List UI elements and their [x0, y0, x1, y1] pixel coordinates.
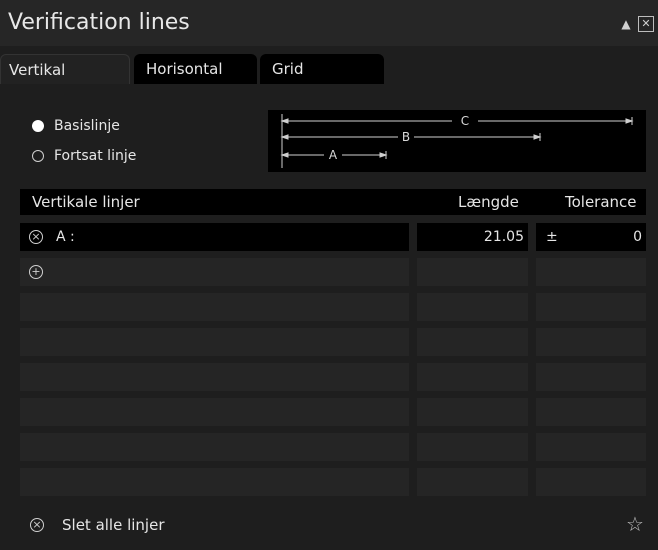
name-cell: [20, 468, 409, 496]
length-cell: [417, 328, 528, 356]
name-cell: [20, 433, 409, 461]
name-cell: [20, 293, 409, 321]
footer: × Slet alle linjer ☆: [0, 510, 658, 540]
radio-fortsat-label: Fortsat linje: [54, 148, 137, 164]
delete-all-label: Slet alle linjer: [62, 516, 165, 534]
tolerance-cell: [536, 258, 646, 286]
add-line-icon[interactable]: +: [29, 265, 43, 279]
length-cell: [417, 433, 528, 461]
table-row: [20, 293, 646, 321]
tolerance-sign: ±: [546, 229, 558, 245]
baseline-diagram-svg: C B A: [280, 114, 634, 168]
tolerance-value: 0: [633, 229, 642, 245]
length-cell: [417, 258, 528, 286]
diagram-label-a: A: [329, 148, 338, 162]
diagram-label-c: C: [461, 114, 469, 128]
table-row: [20, 363, 646, 391]
remove-line-icon[interactable]: ×: [29, 230, 43, 244]
tab-vertikal[interactable]: Vertikal: [0, 54, 130, 84]
table-row: [20, 468, 646, 496]
length-cell: [417, 468, 528, 496]
name-cell: [20, 398, 409, 426]
line-name-cell[interactable]: × A :: [20, 223, 409, 251]
header-length: Længde: [458, 193, 519, 211]
table-header: Vertikale linjer Længde Tolerance: [20, 189, 646, 215]
star-icon[interactable]: ☆: [626, 512, 644, 536]
length-cell[interactable]: 21.05: [417, 223, 528, 251]
collapse-icon[interactable]: ▲: [618, 16, 634, 32]
add-line-cell[interactable]: +: [20, 258, 409, 286]
header-tolerance: Tolerance: [565, 193, 637, 211]
length-cell: [417, 363, 528, 391]
line-name: A :: [56, 229, 75, 245]
baseline-diagram: C B A: [268, 110, 646, 172]
close-icon[interactable]: ✕: [638, 16, 654, 32]
table-row: [20, 398, 646, 426]
table-row[interactable]: +: [20, 258, 646, 286]
radio-basislinje-label: Basislinje: [54, 118, 120, 134]
table-row: [20, 433, 646, 461]
window-title: Verification lines: [8, 10, 190, 35]
verification-lines-panel: Verification lines ▲ ✕ Vertikal Horisont…: [0, 0, 658, 550]
radio-selected-icon: [32, 120, 44, 132]
header-name: Vertikale linjer: [32, 193, 140, 211]
tolerance-cell: [536, 363, 646, 391]
name-cell: [20, 363, 409, 391]
tolerance-cell[interactable]: ± 0: [536, 223, 646, 251]
title-bar: Verification lines ▲ ✕: [0, 0, 658, 46]
radio-unselected-icon: [32, 150, 44, 162]
tab-grid[interactable]: Grid: [260, 54, 384, 84]
tolerance-cell: [536, 433, 646, 461]
name-cell: [20, 328, 409, 356]
table-row[interactable]: × A : 21.05 ± 0: [20, 223, 646, 251]
tolerance-cell: [536, 293, 646, 321]
length-cell: [417, 293, 528, 321]
tolerance-cell: [536, 468, 646, 496]
length-value: 21.05: [483, 229, 524, 245]
tab-bar: Vertikal Horisontal Grid: [0, 54, 658, 84]
tab-horisontal[interactable]: Horisontal: [134, 54, 257, 84]
table-row: [20, 328, 646, 356]
tolerance-cell: [536, 398, 646, 426]
length-cell: [417, 398, 528, 426]
delete-all-icon: ×: [30, 518, 44, 532]
tolerance-cell: [536, 328, 646, 356]
diagram-label-b: B: [402, 130, 410, 144]
